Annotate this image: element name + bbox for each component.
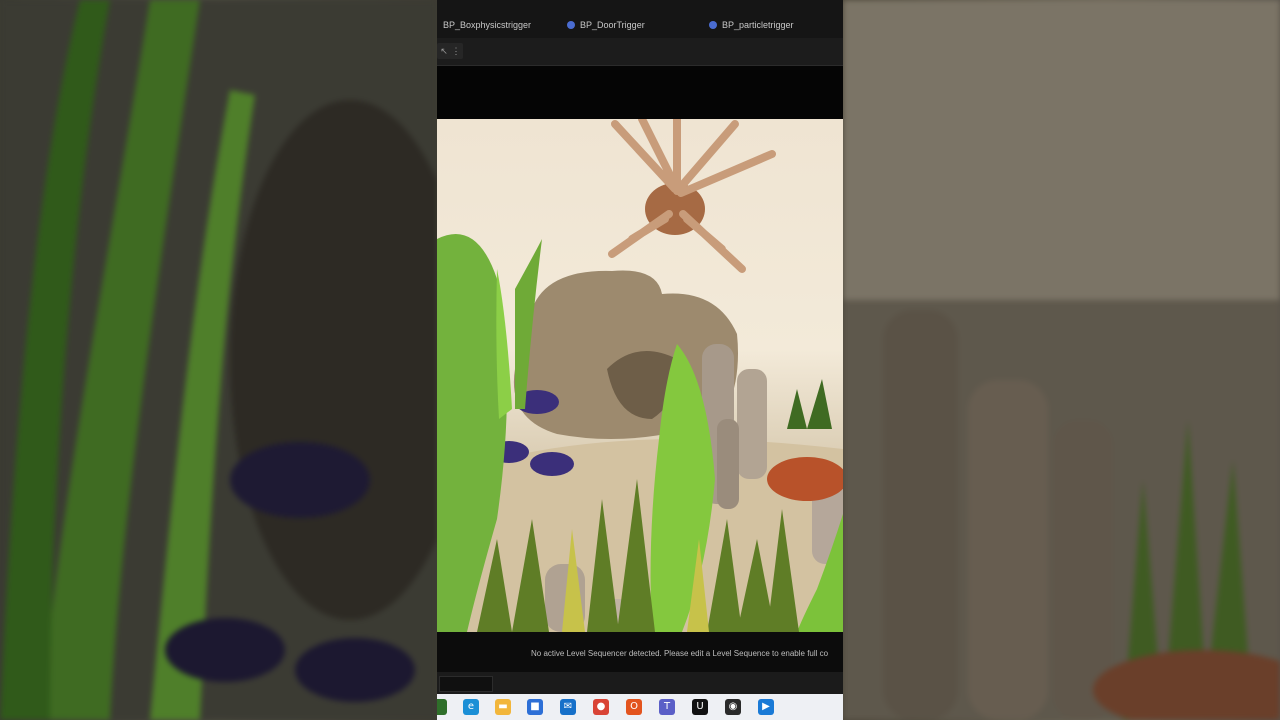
tab-label: BP_particletrigger [722, 20, 794, 30]
letterbox-top [437, 66, 843, 119]
bottom-input-field[interactable] [439, 676, 493, 692]
viewport-toolbar: ↖ ⋮ [437, 38, 843, 66]
mail-icon[interactable]: ✉ [560, 699, 576, 715]
tab-label: BP_DoorTrigger [580, 20, 645, 30]
level-viewport[interactable] [437, 119, 843, 632]
app-icon-partial[interactable] [437, 699, 447, 715]
blurred-background-right [843, 0, 1280, 720]
tab-bp-doortrigger[interactable]: BP_DoorTrigger [567, 20, 645, 30]
teams-icon[interactable]: T [659, 699, 675, 715]
media-player-icon[interactable]: ▶ [758, 699, 774, 715]
editor-tab-bar: BP_Boxphysicstrigger BP_DoorTrigger BP_p… [437, 0, 843, 39]
tab-label: BP_Boxphysicstrigger [443, 20, 532, 30]
tab-bp-boxphysicstrigger[interactable]: BP_Boxphysicstrigger [443, 20, 531, 30]
video-frame: BP_Boxphysicstrigger BP_DoorTrigger BP_p… [437, 0, 843, 720]
more-vertical-icon[interactable]: ⋮ [449, 43, 463, 59]
file-explorer-icon[interactable]: ▬ [495, 699, 511, 715]
office-icon[interactable]: O [626, 699, 642, 715]
unreal-engine-icon[interactable]: U [692, 699, 708, 715]
store-icon[interactable]: ■ [527, 699, 543, 715]
tab-bp-particletrigger[interactable]: BP_particletrigger [709, 20, 794, 30]
blurred-background-left [0, 0, 437, 720]
windows-taskbar: e ▬ ■ ✉ ● O T U ◉ ▶ [437, 694, 843, 720]
blueprint-icon [567, 21, 575, 29]
edge-icon[interactable]: e [463, 699, 479, 715]
obs-icon[interactable]: ◉ [725, 699, 741, 715]
chrome-icon[interactable]: ● [593, 699, 609, 715]
bottom-panel-bar [437, 672, 843, 694]
aquarium-scene [437, 119, 843, 632]
blueprint-icon [709, 21, 717, 29]
sequencer-status-message: No active Level Sequencer detected. Plea… [531, 649, 829, 658]
sequencer-status-area: No active Level Sequencer detected. Plea… [437, 632, 843, 672]
